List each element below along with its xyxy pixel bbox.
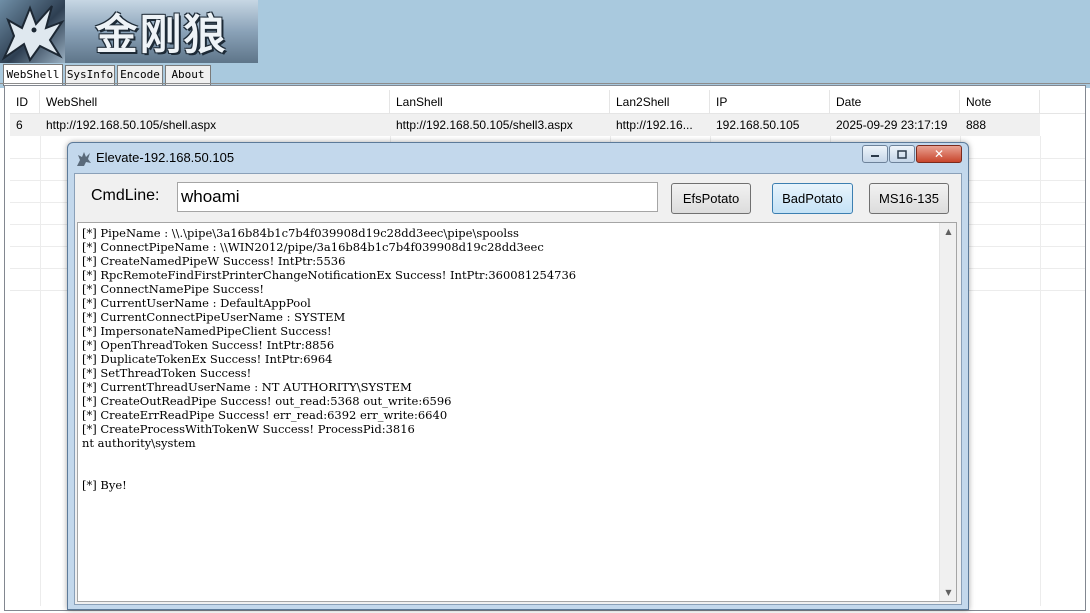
- column-header-lan2shell[interactable]: Lan2Shell: [610, 90, 710, 114]
- cell-lan2shell: http://192.16...: [616, 118, 693, 132]
- output-line: [*] CurrentThreadUserName : NT AUTHORITY…: [82, 380, 412, 394]
- app-banner: 金刚狼: [0, 0, 1090, 63]
- column-header-ip[interactable]: IP: [710, 90, 830, 114]
- maximize-icon: [897, 149, 907, 159]
- output-line: [*] CreateOutReadPipe Success! out_read:…: [82, 394, 452, 408]
- output-text: [*] PipeName : \\.\pipe\3a16b84b1c7b4f03…: [82, 226, 938, 598]
- output-line: [*] CreateProcessWithTokenW Success! Pro…: [82, 422, 415, 436]
- wolf-logo-icon: [0, 0, 65, 63]
- cell-note: 888: [966, 118, 987, 132]
- grid-line: [1040, 136, 1041, 606]
- dialog-body: CmdLine: EfsPotato BadPotato MS16-135 [*…: [74, 173, 962, 605]
- grid-line: [40, 136, 41, 606]
- efspotato-button[interactable]: EfsPotato: [671, 183, 751, 214]
- output-line: [*] ConnectNamePipe Success!: [82, 282, 265, 296]
- wolf-app-icon: [77, 152, 91, 166]
- minimize-button[interactable]: [862, 145, 888, 163]
- vertical-scrollbar[interactable]: ▲ ▼: [939, 223, 956, 601]
- output-line: [*] DuplicateTokenEx Success! IntPtr:696…: [82, 352, 333, 366]
- app-logo-title: 金刚狼: [65, 0, 258, 63]
- column-header-webshell[interactable]: WebShell: [40, 90, 390, 114]
- ms16-135-button[interactable]: MS16-135: [869, 183, 949, 214]
- output-line: [*] CreateErrReadPipe Success! err_read:…: [82, 408, 448, 422]
- output-line: [*] ConnectPipeName : \\WIN2012/pipe/3a1…: [82, 240, 544, 254]
- scroll-up-icon[interactable]: ▲: [940, 223, 957, 240]
- tab-divider: [0, 83, 1090, 84]
- output-line: nt authority\system: [82, 436, 196, 450]
- column-header-date[interactable]: Date: [830, 90, 960, 114]
- dialog-title: Elevate-192.168.50.105: [96, 150, 235, 165]
- minimize-icon: [871, 155, 879, 157]
- output-line: [*] PipeName : \\.\pipe\3a16b84b1c7b4f03…: [82, 226, 519, 240]
- output-line: [*] Bye!: [82, 478, 127, 492]
- tab-about[interactable]: About: [165, 65, 211, 85]
- table-row[interactable]: 6 http://192.168.50.105/shell.aspx http:…: [10, 114, 1040, 136]
- cell-webshell: http://192.168.50.105/shell.aspx: [46, 118, 217, 132]
- tab-encode[interactable]: Encode: [117, 65, 163, 85]
- output-line: [*] OpenThreadToken Success! IntPtr:8856: [82, 338, 335, 352]
- close-icon: ✕: [933, 147, 945, 161]
- badpotato-button[interactable]: BadPotato: [772, 183, 853, 214]
- column-header-note[interactable]: Note: [960, 90, 1040, 114]
- output-line: [*] ImpersonateNamedPipeClient Success!: [82, 324, 332, 338]
- output-line: [*] RpcRemoteFindFirstPrinterChangeNotif…: [82, 268, 577, 282]
- output-line: [*] CurrentConnectPipeUserName : SYSTEM: [82, 310, 346, 324]
- cmdline-label: CmdLine:: [91, 187, 160, 204]
- column-header-lanshell[interactable]: LanShell: [390, 90, 610, 114]
- maximize-button[interactable]: [889, 145, 915, 163]
- list-header: ID WebShell LanShell Lan2Shell IP Date N…: [10, 90, 1085, 114]
- cell-lanshell: http://192.168.50.105/shell3.aspx: [396, 118, 573, 132]
- output-line: [*] CreateNamedPipeW Success! IntPtr:553…: [82, 254, 346, 268]
- close-button[interactable]: ✕: [916, 145, 962, 163]
- cell-id: 6: [16, 118, 23, 132]
- output-line: [*] SetThreadToken Success!: [82, 366, 252, 380]
- cmdline-input[interactable]: [177, 182, 658, 212]
- logo-text: 金刚狼: [95, 10, 228, 59]
- cell-date: 2025-09-29 23:17:19: [836, 118, 948, 132]
- output-line: [*] CurrentUserName : DefaultAppPool: [82, 296, 311, 310]
- elevate-dialog: Elevate-192.168.50.105 ✕ CmdLine: EfsPot…: [67, 142, 969, 610]
- column-header-id[interactable]: ID: [10, 90, 40, 114]
- tab-sysinfo[interactable]: SysInfo: [65, 65, 115, 85]
- output-textarea[interactable]: [*] PipeName : \\.\pipe\3a16b84b1c7b4f03…: [77, 222, 957, 602]
- cell-ip: 192.168.50.105: [716, 118, 800, 132]
- scroll-down-icon[interactable]: ▼: [940, 584, 957, 601]
